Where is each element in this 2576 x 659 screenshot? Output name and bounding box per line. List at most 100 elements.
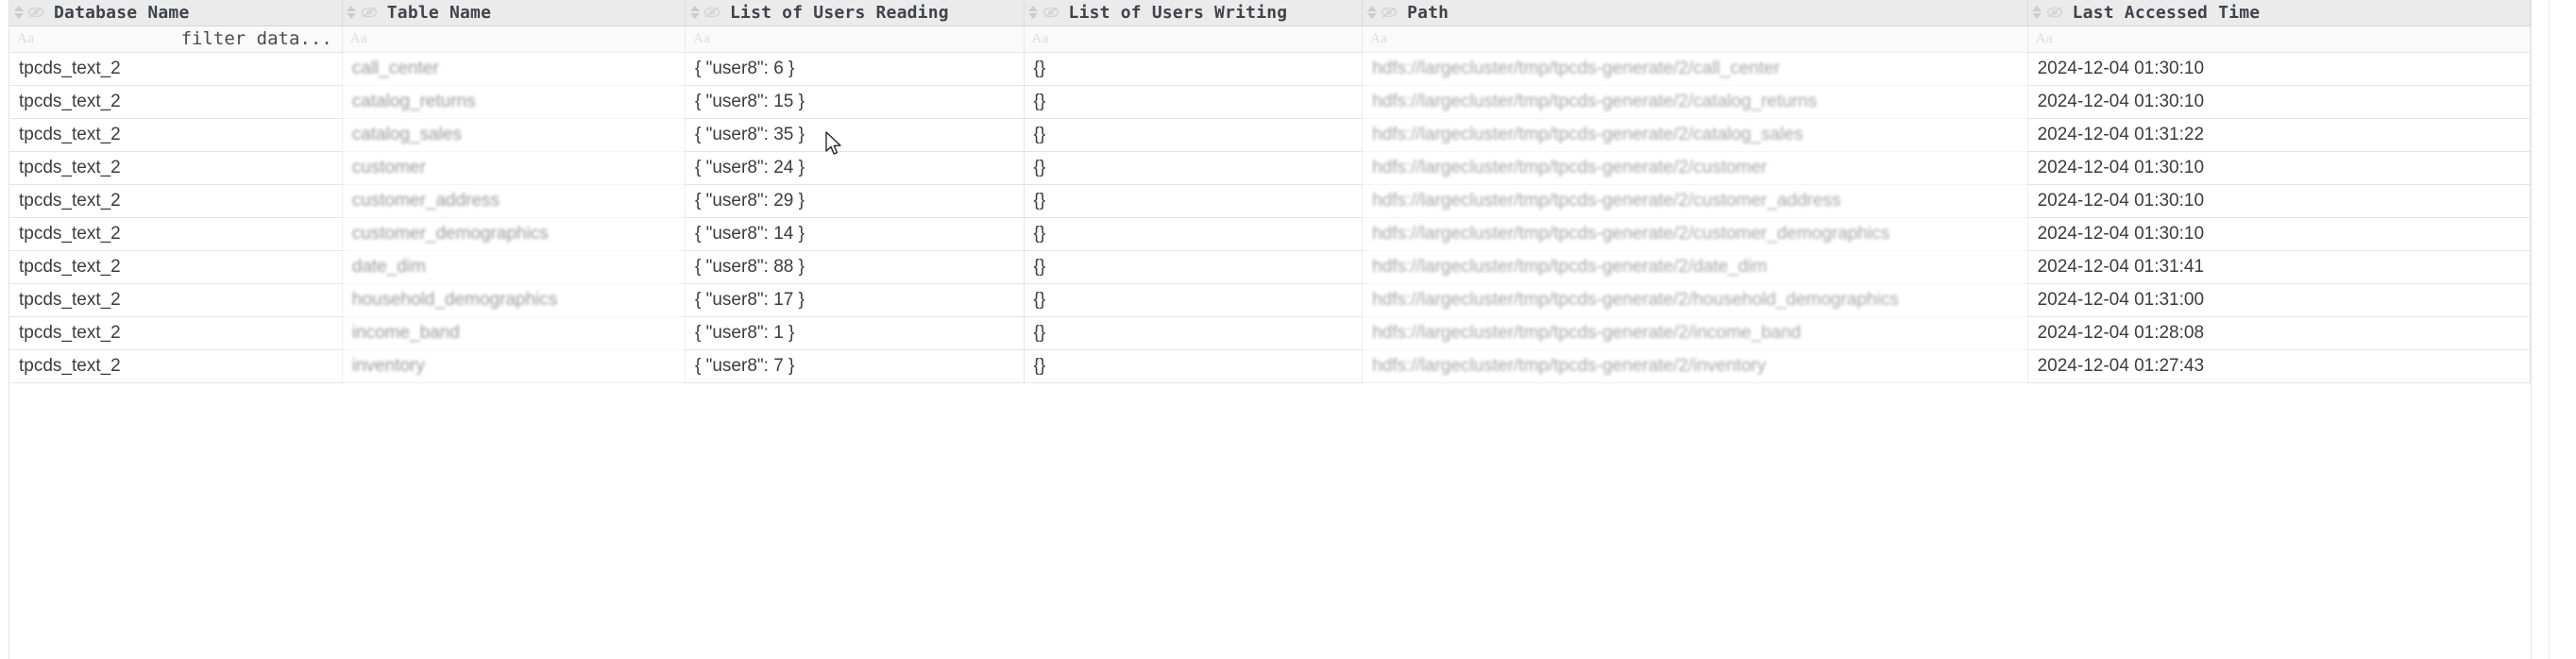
cell-users-writing[interactable]: {}	[1024, 349, 1364, 383]
eye-off-icon[interactable]	[27, 6, 44, 19]
table-row[interactable]: tpcds_text_2 customer { "user8": 24 } {}…	[9, 151, 2531, 185]
data-grid-table: Database Name Table Name List of Users R…	[9, 0, 2531, 383]
filter-cell-users-reading[interactable]: Aa	[685, 25, 1025, 53]
cell-users-writing[interactable]: {}	[1024, 316, 1364, 350]
cell-database-name[interactable]: tpcds_text_2	[9, 250, 343, 284]
cell-last-accessed-time[interactable]: 2024-12-04 01:31:00	[2027, 283, 2531, 317]
cell-database-name[interactable]: tpcds_text_2	[9, 184, 343, 218]
filter-cell-path[interactable]: Aa	[1362, 25, 2028, 53]
cell-users-reading[interactable]: { "user8": 7 }	[685, 349, 1025, 383]
cell-table-name[interactable]: household_demographics	[342, 283, 686, 317]
cell-path[interactable]: hdfs://largecluster/tmp/tpcds-generate/2…	[1362, 217, 2028, 251]
cell-database-name[interactable]: tpcds_text_2	[9, 85, 343, 119]
eye-off-icon[interactable]	[2046, 6, 2063, 19]
cell-users-reading[interactable]: { "user8": 1 }	[685, 316, 1025, 350]
cell-path[interactable]: hdfs://largecluster/tmp/tpcds-generate/2…	[1362, 118, 2028, 152]
cell-database-name[interactable]: tpcds_text_2	[9, 52, 343, 86]
cell-last-accessed-time[interactable]: 2024-12-04 01:27:43	[2027, 349, 2531, 383]
aa-text-icon: Aa	[349, 30, 368, 46]
cell-users-writing[interactable]: {}	[1024, 217, 1364, 251]
column-header-users-reading[interactable]: List of Users Reading	[685, 0, 1025, 26]
column-header-last-accessed-time[interactable]: Last Accessed Time	[2027, 0, 2531, 26]
cell-path[interactable]: hdfs://largecluster/tmp/tpcds-generate/2…	[1362, 316, 2028, 350]
eye-off-icon[interactable]	[361, 6, 378, 19]
cell-last-accessed-time[interactable]: 2024-12-04 01:30:10	[2027, 85, 2531, 119]
cell-table-name[interactable]: catalog_sales	[342, 118, 686, 152]
cell-path[interactable]: hdfs://largecluster/tmp/tpcds-generate/2…	[1362, 52, 2028, 86]
sort-updown-icon[interactable]	[1366, 5, 1377, 20]
column-header-path[interactable]: Path	[1362, 0, 2028, 26]
cell-users-writing[interactable]: {}	[1024, 151, 1364, 185]
cell-users-reading[interactable]: { "user8": 6 }	[685, 52, 1025, 86]
table-row[interactable]: tpcds_text_2 customer_demographics { "us…	[9, 217, 2531, 251]
aa-text-icon: Aa	[2035, 30, 2054, 46]
cell-path[interactable]: hdfs://largecluster/tmp/tpcds-generate/2…	[1362, 85, 2028, 119]
cell-users-writing[interactable]: {}	[1024, 85, 1364, 119]
cell-last-accessed-time[interactable]: 2024-12-04 01:31:22	[2027, 118, 2531, 152]
filter-cell-database-name[interactable]: Aa filter data...	[9, 25, 343, 53]
cell-path[interactable]: hdfs://largecluster/tmp/tpcds-generate/2…	[1362, 184, 2028, 218]
eye-off-icon[interactable]	[1381, 6, 1398, 19]
filter-cell-users-writing[interactable]: Aa	[1024, 25, 1364, 53]
cell-database-name[interactable]: tpcds_text_2	[9, 151, 343, 185]
table-row[interactable]: tpcds_text_2 income_band { "user8": 1 } …	[9, 316, 2531, 350]
cell-path[interactable]: hdfs://largecluster/tmp/tpcds-generate/2…	[1362, 349, 2028, 383]
filter-input-database-name[interactable]: filter data...	[35, 28, 334, 49]
sort-updown-icon[interactable]	[1028, 5, 1039, 20]
table-row[interactable]: tpcds_text_2 household_demographics { "u…	[9, 283, 2531, 317]
cell-path[interactable]: hdfs://largecluster/tmp/tpcds-generate/2…	[1362, 283, 2028, 317]
cell-table-name[interactable]: inventory	[342, 349, 686, 383]
eye-off-icon[interactable]	[1042, 6, 1059, 19]
cell-database-name[interactable]: tpcds_text_2	[9, 283, 343, 317]
filter-cell-table-name[interactable]: Aa	[342, 25, 686, 53]
right-gutter	[2531, 0, 2576, 659]
data-grid-scroll-area[interactable]: Database Name Table Name List of Users R…	[9, 0, 2531, 659]
cell-users-reading[interactable]: { "user8": 88 }	[685, 250, 1025, 284]
cell-table-name[interactable]: customer	[342, 151, 686, 185]
cell-users-reading[interactable]: { "user8": 15 }	[685, 85, 1025, 119]
cell-last-accessed-time[interactable]: 2024-12-04 01:31:41	[2027, 250, 2531, 284]
cell-users-reading[interactable]: { "user8": 17 }	[685, 283, 1025, 317]
cell-users-writing[interactable]: {}	[1024, 250, 1364, 284]
cell-table-name[interactable]: catalog_returns	[342, 85, 686, 119]
cell-last-accessed-time[interactable]: 2024-12-04 01:28:08	[2027, 316, 2531, 350]
cell-users-writing[interactable]: {}	[1024, 118, 1364, 152]
table-row[interactable]: tpcds_text_2 call_center { "user8": 6 } …	[9, 52, 2531, 86]
cell-last-accessed-time[interactable]: 2024-12-04 01:30:10	[2027, 52, 2531, 86]
table-row[interactable]: tpcds_text_2 inventory { "user8": 7 } {}…	[9, 349, 2531, 383]
column-header-table-name[interactable]: Table Name	[342, 0, 686, 26]
cell-table-name[interactable]: customer_demographics	[342, 217, 686, 251]
cell-database-name[interactable]: tpcds_text_2	[9, 118, 343, 152]
cell-path[interactable]: hdfs://largecluster/tmp/tpcds-generate/2…	[1362, 250, 2028, 284]
cell-path[interactable]: hdfs://largecluster/tmp/tpcds-generate/2…	[1362, 151, 2028, 185]
sort-updown-icon[interactable]	[347, 5, 357, 20]
cell-database-name[interactable]: tpcds_text_2	[9, 316, 343, 350]
cell-users-writing[interactable]: {}	[1024, 283, 1364, 317]
cell-table-name[interactable]: customer_address	[342, 184, 686, 218]
sort-updown-icon[interactable]	[2032, 5, 2042, 20]
cell-last-accessed-time[interactable]: 2024-12-04 01:30:10	[2027, 184, 2531, 218]
cell-table-name[interactable]: income_band	[342, 316, 686, 350]
cell-last-accessed-time[interactable]: 2024-12-04 01:30:10	[2027, 217, 2531, 251]
table-row[interactable]: tpcds_text_2 date_dim { "user8": 88 } {}…	[9, 250, 2531, 284]
eye-off-icon[interactable]	[703, 6, 720, 19]
cell-table-name[interactable]: date_dim	[342, 250, 686, 284]
column-header-database-name[interactable]: Database Name	[9, 0, 343, 26]
table-row[interactable]: tpcds_text_2 catalog_returns { "user8": …	[9, 85, 2531, 119]
sort-updown-icon[interactable]	[689, 5, 700, 20]
cell-users-reading[interactable]: { "user8": 14 }	[685, 217, 1025, 251]
cell-users-writing[interactable]: {}	[1024, 184, 1364, 218]
table-row[interactable]: tpcds_text_2 catalog_sales { "user8": 35…	[9, 118, 2531, 152]
cell-table-name[interactable]: call_center	[342, 52, 686, 86]
column-header-users-writing[interactable]: List of Users Writing	[1024, 0, 1364, 26]
table-row[interactable]: tpcds_text_2 customer_address { "user8":…	[9, 184, 2531, 218]
cell-users-reading[interactable]: { "user8": 24 }	[685, 151, 1025, 185]
cell-database-name[interactable]: tpcds_text_2	[9, 217, 343, 251]
cell-users-reading[interactable]: { "user8": 35 }	[685, 118, 1025, 152]
filter-cell-last-accessed-time[interactable]: Aa	[2027, 25, 2531, 53]
cell-users-reading[interactable]: { "user8": 29 }	[685, 184, 1025, 218]
cell-users-writing[interactable]: {}	[1024, 52, 1364, 86]
cell-database-name[interactable]: tpcds_text_2	[9, 349, 343, 383]
sort-updown-icon[interactable]	[13, 5, 24, 20]
cell-last-accessed-time[interactable]: 2024-12-04 01:30:10	[2027, 151, 2531, 185]
